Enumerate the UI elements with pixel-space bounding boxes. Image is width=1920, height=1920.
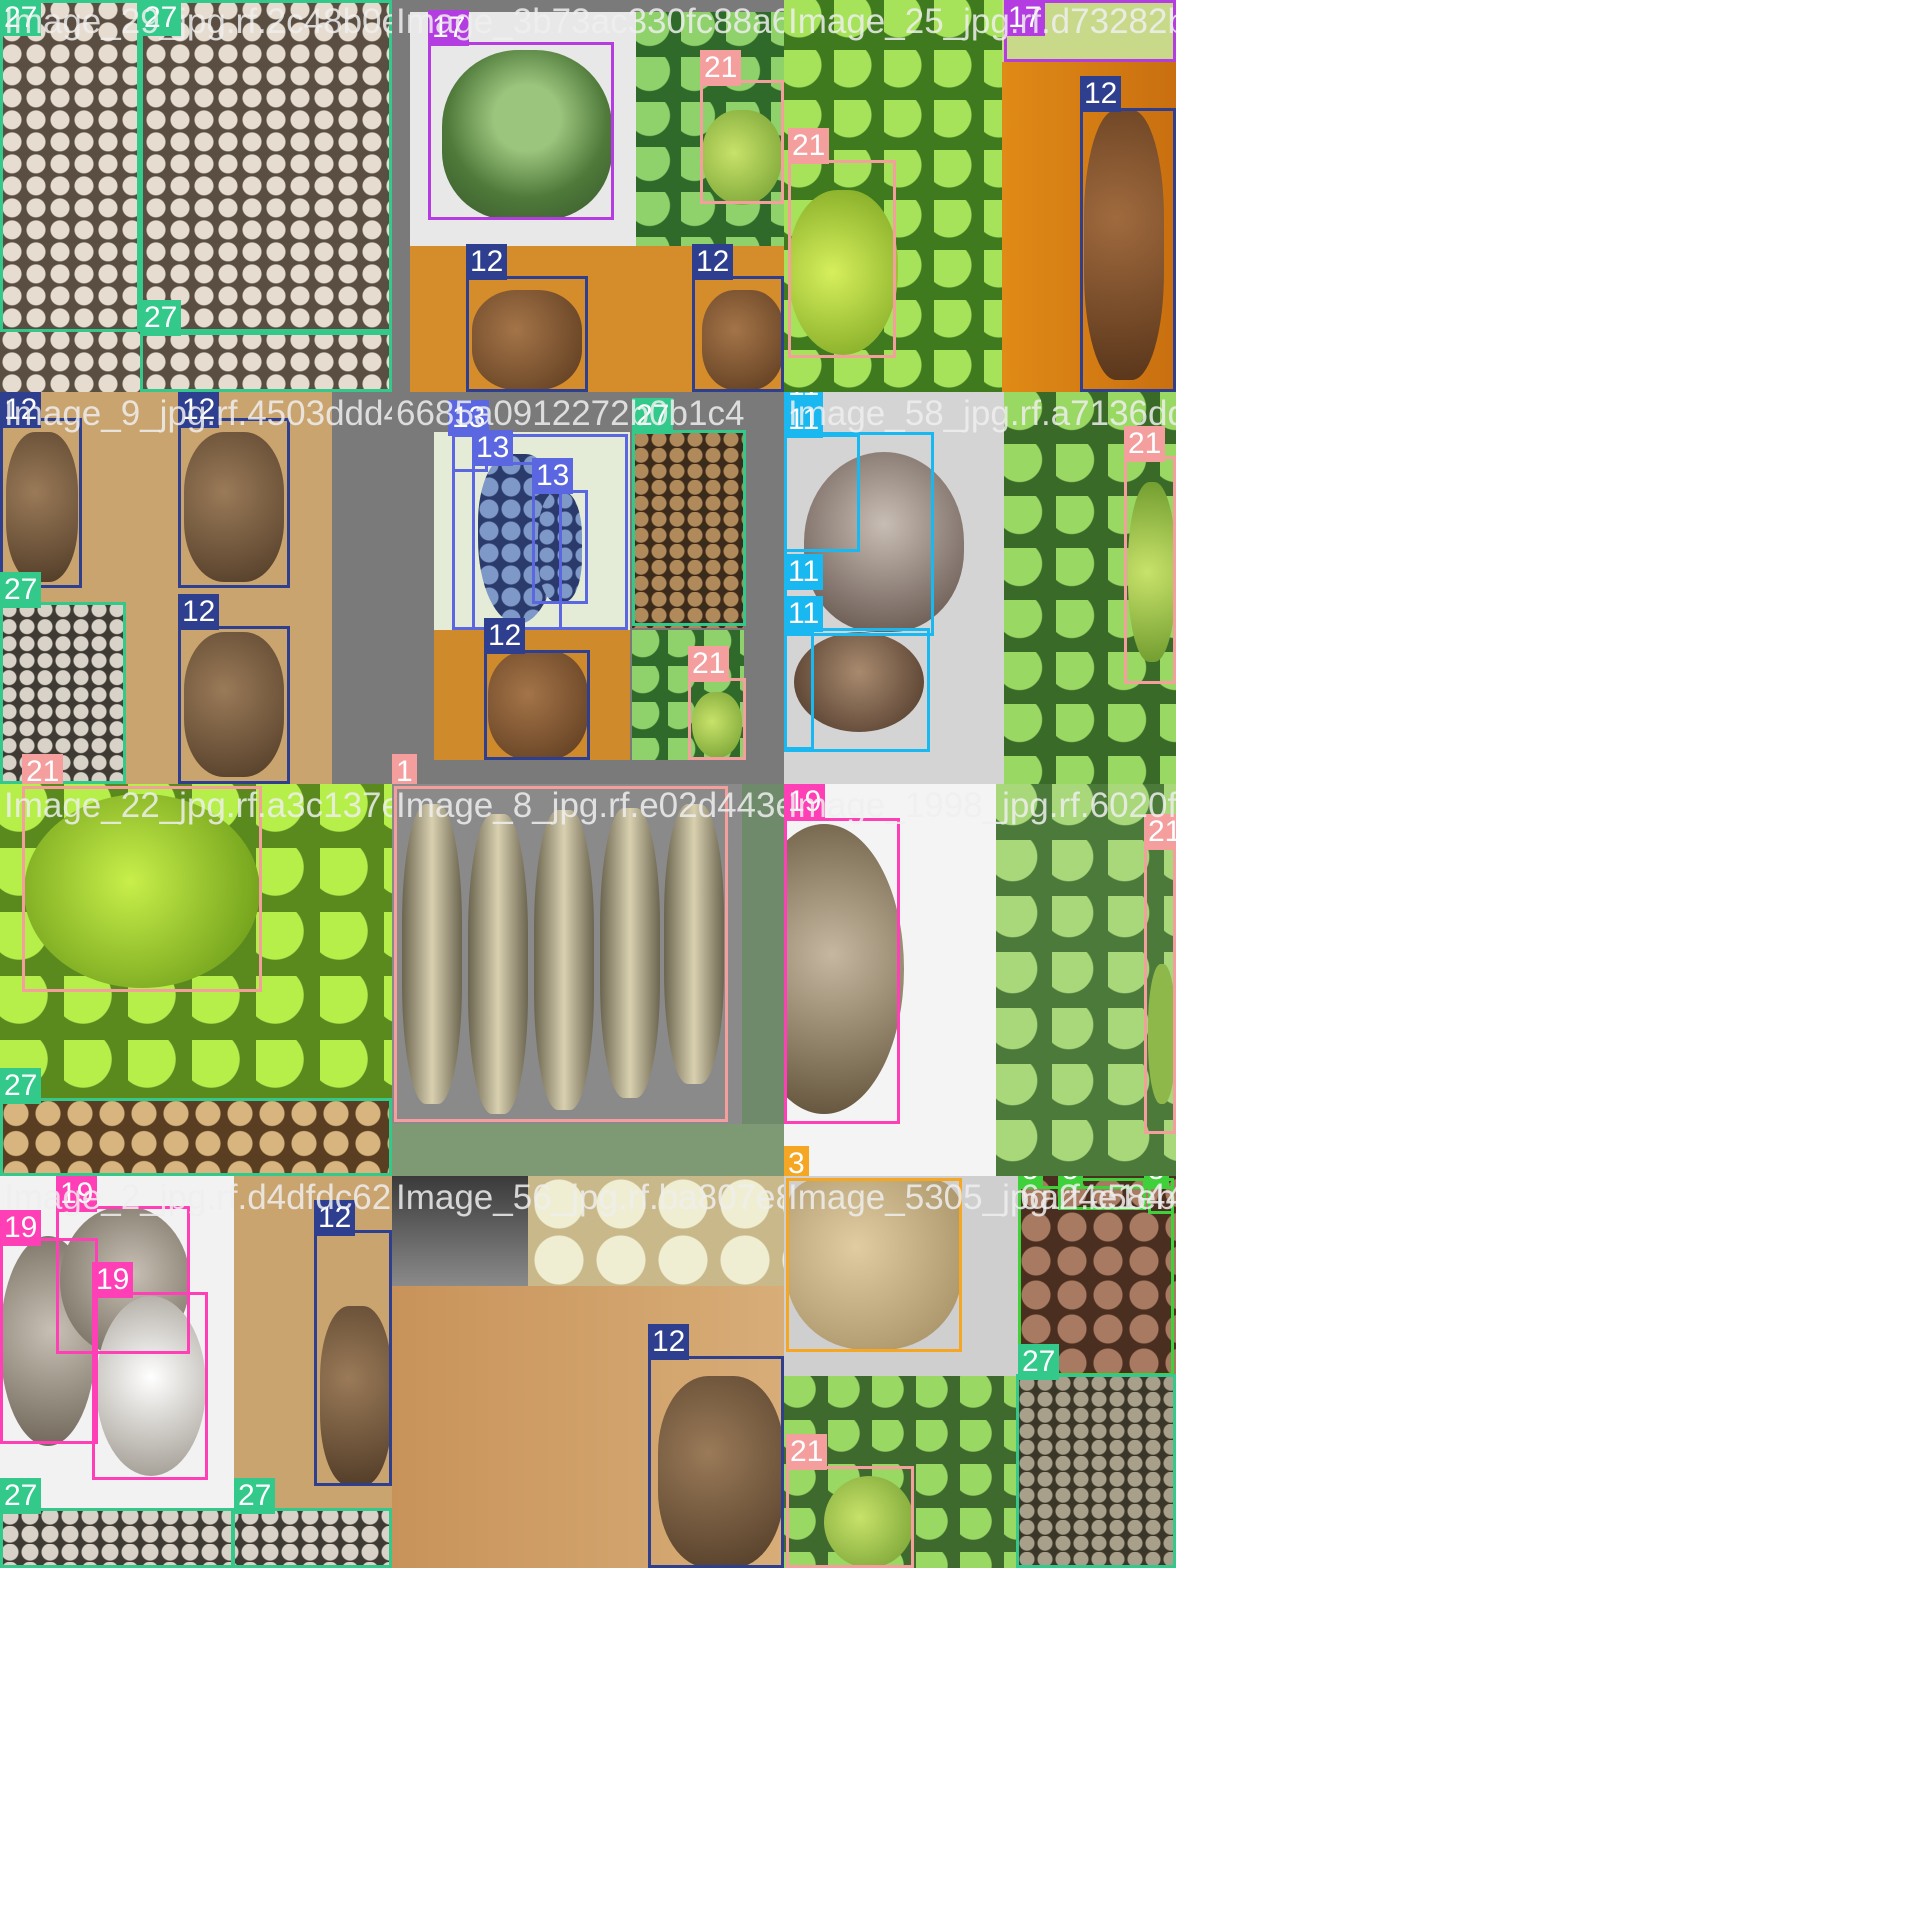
class-label: 12 <box>0 392 42 428</box>
class-label: 5 <box>1058 1176 1083 1188</box>
leaf-strip <box>392 1124 784 1176</box>
tile-garlic-pear: 11 11 11 11 21 Image_58_jpg.rf.a7136dd62… <box>784 392 1176 784</box>
detection-box <box>692 276 784 392</box>
class-label: 21 <box>1144 814 1176 850</box>
class-label: 13 <box>472 430 514 466</box>
class-label: 12 <box>178 594 220 630</box>
tile-big-pear: 27 Image_22_jpg.rf.a3c137ed74 <box>0 784 392 1176</box>
detection-box <box>688 678 746 760</box>
detection-box <box>0 1508 234 1568</box>
class-label: 19 <box>56 1176 98 1212</box>
class-label: 27 <box>632 398 674 434</box>
tile-onion-pear: 19 21 3 Image_1998_jpg.rf.6020f4fd6b2c69… <box>784 784 1176 1176</box>
detection-box <box>22 786 262 992</box>
class-label: 17 <box>428 10 470 46</box>
class-label: 13 <box>532 458 574 494</box>
detection-box <box>786 1178 962 1352</box>
class-label: 19 <box>0 1210 42 1246</box>
detection-box <box>178 626 290 784</box>
tile-seeds-1: 27 27 27 Image_29_jpg.rf.2c48b0e04 <box>0 0 392 392</box>
class-label: 27 <box>0 1068 42 1104</box>
dark-strip <box>392 1176 528 1286</box>
class-label: 21 <box>700 50 742 86</box>
detection-box <box>178 418 290 588</box>
tile-lettuce-mosaic: 17 21 12 12 Image_3b73ac330fc88a6b2168fe… <box>392 0 784 392</box>
detection-box <box>786 1466 914 1568</box>
detection-box <box>784 632 814 750</box>
detection-box <box>532 490 588 604</box>
detection-box <box>788 160 896 358</box>
class-label: 11 <box>784 402 824 438</box>
detection-box <box>314 1230 392 1486</box>
class-label: 5 <box>1018 1176 1043 1188</box>
detection-box <box>648 1356 784 1568</box>
detection-box <box>632 430 746 626</box>
detection-box <box>1124 456 1176 684</box>
detection-box <box>1016 1374 1176 1568</box>
detection-box <box>0 0 140 332</box>
detection-box <box>140 332 392 392</box>
detection-box <box>394 786 728 1122</box>
class-label: 12 <box>648 1324 690 1360</box>
class-label: 19 <box>92 1262 134 1298</box>
lemon-slices <box>528 1176 784 1286</box>
detection-box <box>0 1098 392 1176</box>
class-label: 11 <box>784 596 824 632</box>
tile-pear-ginger: 21 12 17 Image_25_jpg.rf.d73282b03a5eb0b… <box>784 0 1176 392</box>
class-label: 21 <box>688 646 730 682</box>
class-label: 21 <box>786 1434 828 1470</box>
class-label: 12 <box>1080 76 1122 112</box>
class-label: 12 <box>178 392 220 428</box>
class-label: 12 <box>314 1200 356 1236</box>
detection-box <box>466 276 588 392</box>
tile-ginger-grid: 12 12 12 27 21 Image_9_jpg.rf.4503ddd4a8… <box>0 392 392 784</box>
detection-box <box>92 1292 208 1480</box>
detection-box <box>484 650 590 760</box>
class-label: 27 <box>234 1478 276 1514</box>
detection-box <box>428 42 614 220</box>
class-label: 1 <box>392 754 417 784</box>
class-label: 27 <box>1018 1344 1060 1380</box>
class-label: 19 <box>784 784 826 820</box>
class-label: 11 <box>784 554 824 590</box>
detection-box <box>784 818 900 1124</box>
class-label: 27 <box>140 0 182 36</box>
detection-box <box>140 0 392 332</box>
class-label: 12 <box>466 244 508 280</box>
class-label: 17 <box>1004 0 1046 36</box>
class-label: 12 <box>692 244 734 280</box>
class-label: 3 <box>784 1146 809 1176</box>
tile-grapes-mosaic: 13 13 13 27 12 21 1 6685a0912272b0b1c4 <box>392 392 784 784</box>
class-label: 12 <box>484 618 526 654</box>
tile-onions-ginger: 19 19 19 12 27 27 Image_2_jpg.rf.d4dfdc6… <box>0 1176 392 1568</box>
class-label: 27 <box>0 1478 42 1514</box>
tile-bananas: Image_8_jpg.rf.e02d443e7d749a1fdb <box>392 784 784 1176</box>
class-label: 27 <box>0 572 42 608</box>
class-label: 27 <box>140 300 182 336</box>
class-label: 5 <box>1144 1176 1169 1188</box>
tile-lemon-ginger: 12 Image_56_jpg.rf.ba807e8b812 <box>392 1176 784 1568</box>
tile-potato-carrots: 21 5 5 5 27 Image_5305_jpg.rf.c58442bab2… <box>784 1176 1176 1568</box>
detection-box <box>232 1508 392 1568</box>
class-label: 21 <box>22 754 64 784</box>
class-label: 21 <box>1124 426 1166 462</box>
detection-box <box>700 80 784 204</box>
class-label: 27 <box>0 0 42 36</box>
detection-box <box>1080 108 1176 392</box>
class-label: 21 <box>788 128 830 164</box>
detection-box <box>0 418 82 588</box>
leaf-strip <box>742 784 784 1176</box>
detection-box <box>1144 844 1176 1134</box>
